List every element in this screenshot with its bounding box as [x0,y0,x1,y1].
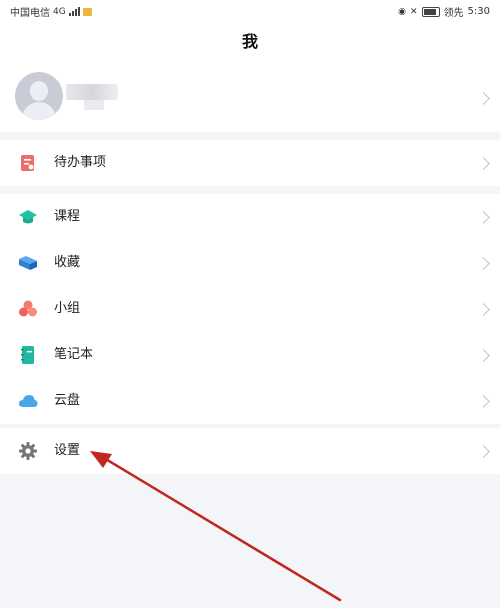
settings-group: 设置 [0,428,500,474]
menu-item-label: 小组 [54,301,81,316]
network-type: 4G [53,6,66,17]
chevron-right-icon [477,395,490,408]
todo-group: 待办事项 [0,140,500,186]
clock: 5:30 [467,6,490,17]
menu-item-notebook[interactable]: 笔记本 [0,332,500,378]
status-left: 中国电信 4G [10,4,92,19]
status-right-text: 领先 [443,8,464,19]
battery-icon [421,6,440,17]
cloud-icon [19,395,38,407]
chevron-right-icon [477,257,490,270]
menu-item-label: 设置 [54,443,81,458]
notification-icon [82,7,92,16]
menu-item-label: 课程 [54,209,81,224]
carrier-name: 中国电信 [10,8,50,19]
notebook-icon [21,346,34,364]
chevron-right-icon [477,349,490,362]
username-blurred-extra [84,100,104,110]
menu-item-label: 待办事项 [54,155,107,170]
menu-item-group[interactable]: 小组 [0,286,500,332]
chevron-right-icon [477,211,490,224]
chevron-right-icon [477,303,490,316]
arrow-shaft [102,456,342,602]
chevron-right-icon [477,92,490,105]
gear-icon [19,442,37,460]
status-right: ◉ ✕ 领先 5:30 [398,4,490,19]
menu-item-favorites[interactable]: 收藏 [0,240,500,286]
todo-icon [21,155,34,171]
menu-item-label: 云盘 [54,393,81,408]
menu-item-cloud[interactable]: 云盘 [0,378,500,424]
menu-item-course[interactable]: 课程 [0,194,500,240]
signal-icon [68,7,80,16]
status-bar: 中国电信 4G ◉ ✕ 领先 5:30 [0,0,500,20]
eye-icon: ◉ [398,6,406,17]
chevron-right-icon [477,445,490,458]
chevron-right-icon [477,157,490,170]
profile-card[interactable] [0,64,500,132]
menu-item-todo[interactable]: 待办事项 [0,140,500,186]
page-title: 我 [241,32,258,51]
username-blurred [66,84,118,100]
graduation-cap-icon [19,210,37,224]
menu-item-label: 笔记本 [54,347,94,362]
mute-icon: ✕ [409,6,418,17]
menu-item-label: 收藏 [54,255,81,270]
menu-item-settings[interactable]: 设置 [0,428,500,474]
main-menu-group: 课程 收藏 小组 笔记本 云盘 [0,194,500,424]
folder-icon [19,256,37,270]
default-avatar-icon [15,72,63,120]
page-header: 我 [0,20,500,64]
group-icon [19,300,37,317]
